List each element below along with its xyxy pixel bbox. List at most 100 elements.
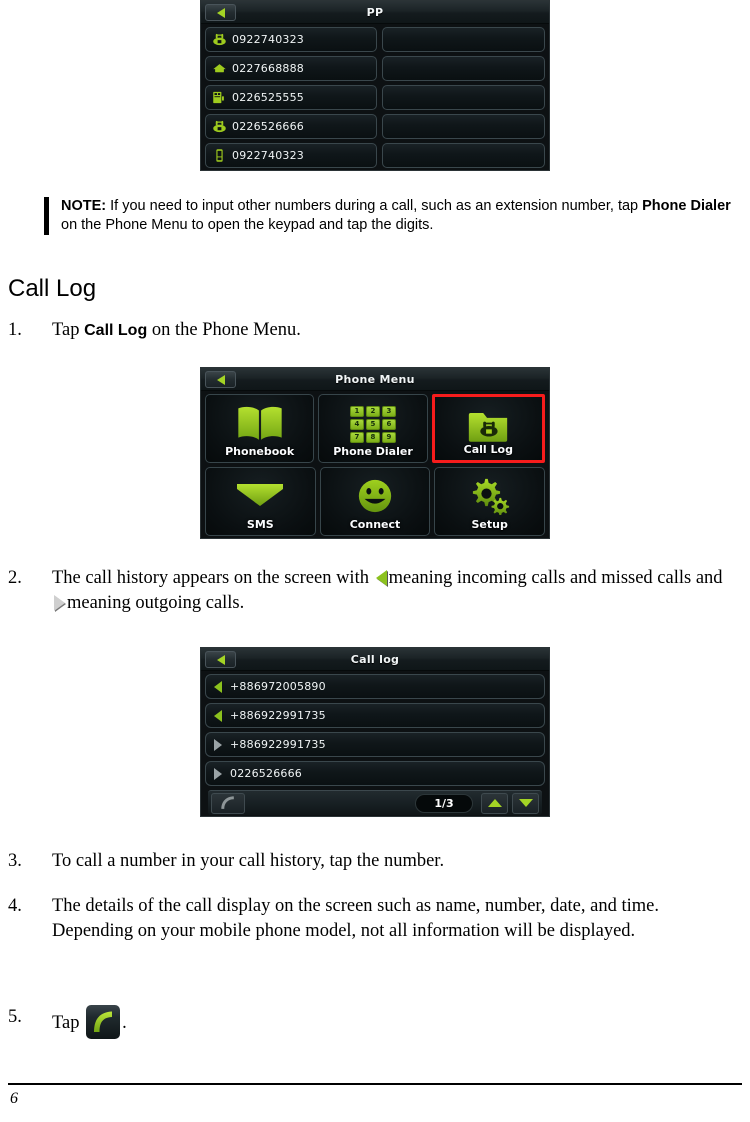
call-log-number: +886972005890 [230, 680, 326, 693]
page-indicator: 1/3 [415, 793, 473, 813]
step-5-text-a: Tap [52, 1013, 85, 1033]
phonebook-name-cell[interactable] [382, 114, 545, 139]
keypad-key: 4 [349, 419, 364, 430]
smiley-face-icon [356, 475, 394, 517]
phone-menu-grid: Phonebook 1 2 3 4 5 6 7 8 9 Phone Dialer… [201, 391, 549, 538]
step-1: 1. Tap Call Log on the Phone Menu. [8, 318, 708, 344]
call-log-number: 0226526666 [230, 767, 302, 780]
phonebook-name-cell[interactable] [382, 85, 545, 110]
step-4-text: The details of the call display on the s… [52, 896, 659, 941]
list-item[interactable]: 0226526666 [205, 761, 545, 786]
tile-setup[interactable]: Setup [434, 467, 546, 536]
phonebook-number-cell[interactable]: 0922740323 [205, 143, 377, 168]
tile-phone-dialer-label: Phone Dialer [333, 445, 413, 458]
back-arrow-icon [216, 654, 225, 665]
table-row: 0226526666 [205, 114, 545, 139]
list-item[interactable]: +886922991735 [205, 703, 545, 728]
phone-menu-titlebar: Phone Menu [201, 368, 549, 391]
keypad-key: 2 [365, 406, 380, 417]
call-log-screenshot: Call log +886972005890 +886922991735 +88… [200, 647, 550, 817]
step-3-text: To call a number in your call history, t… [52, 851, 445, 871]
office-phone-icon [212, 119, 227, 134]
tile-phonebook[interactable]: Phonebook [205, 394, 315, 463]
phonebook-number-cell[interactable]: 0226525555 [205, 85, 377, 110]
back-button[interactable] [205, 4, 236, 21]
open-book-icon [234, 402, 286, 444]
step-4-number: 4. [8, 896, 22, 916]
call-log-number: +886922991735 [230, 738, 326, 751]
phonebook-title: PP [366, 5, 384, 19]
incoming-call-arrow-icon [375, 570, 387, 586]
keypad-key: 9 [381, 432, 396, 443]
gears-icon [469, 475, 511, 517]
keypad-icon: 1 2 3 4 5 6 7 8 9 [349, 402, 396, 444]
step-1-text-b: on the Phone Menu. [147, 320, 301, 340]
outgoing-call-arrow-icon [214, 738, 222, 751]
phonebook-titlebar: PP [201, 1, 549, 24]
tile-phonebook-label: Phonebook [225, 445, 295, 458]
note-bold-phone-dialer: Phone Dialer [642, 198, 731, 214]
mobile-phone-icon [212, 148, 227, 163]
step-2: 2. The call history appears on the scree… [8, 566, 723, 615]
phonebook-number-cell[interactable]: 0227668888 [205, 56, 377, 81]
phonebook-screenshot: PP 0922740323 0227668888 0226525555 0226… [200, 0, 550, 171]
phone-menu-title: Phone Menu [335, 372, 415, 386]
note-text-2: on the Phone Menu to open the keypad and… [61, 217, 434, 233]
keypad-key: 6 [381, 419, 396, 430]
phonebook-number-cell[interactable]: 0226526666 [205, 114, 377, 139]
note-label: NOTE: [61, 198, 107, 214]
incoming-call-arrow-icon [214, 680, 222, 693]
call-log-title: Call log [350, 652, 400, 666]
step-4: 4. The details of the call display on th… [8, 894, 726, 943]
tile-connect[interactable]: Connect [319, 467, 431, 536]
phonebook-number-cell[interactable]: 0922740323 [205, 27, 377, 52]
office-phone-icon [212, 32, 227, 47]
phonebook-number: 0922740323 [232, 33, 304, 46]
keypad-key: 8 [365, 432, 380, 443]
outgoing-call-arrow-icon [214, 767, 222, 780]
tile-sms[interactable]: SMS [205, 467, 316, 536]
phonebook-number: 0226526666 [232, 120, 304, 133]
scroll-up-icon [487, 799, 502, 807]
call-log-list: +886972005890 +886922991735 +88692299173… [201, 671, 549, 815]
call-log-number: +886922991735 [230, 709, 326, 722]
step-1-number: 1. [8, 320, 22, 340]
tile-setup-label: Setup [471, 518, 508, 531]
back-arrow-icon [216, 374, 225, 385]
page-title: Call Log [8, 275, 97, 302]
step-2-text-a: The call history appears on the screen w… [52, 568, 374, 588]
step-1-text-a: Tap [52, 320, 85, 340]
step-2-number: 2. [8, 568, 22, 588]
envelope-icon [234, 475, 286, 517]
back-button[interactable] [205, 651, 236, 668]
list-item[interactable]: +886922991735 [205, 732, 545, 757]
tile-call-log[interactable]: Call Log [431, 394, 545, 463]
call-button[interactable] [211, 792, 245, 814]
scroll-down-icon [518, 799, 533, 807]
note-callout: NOTE: If you need to input other numbers… [44, 197, 744, 235]
keypad-key: 3 [381, 406, 396, 417]
call-handset-icon [221, 796, 234, 809]
tile-call-log-label: Call Log [463, 443, 513, 456]
phonebook-name-cell[interactable] [382, 27, 545, 52]
step-5: 5. Tap . [8, 1005, 408, 1039]
back-button[interactable] [205, 371, 236, 388]
step-3: 3. To call a number in your call history… [8, 849, 723, 874]
call-log-footer: 1/3 [208, 790, 542, 815]
scroll-down-button[interactable] [512, 792, 539, 814]
scroll-up-button[interactable] [481, 792, 508, 814]
phonebook-name-cell[interactable] [382, 56, 545, 81]
list-item[interactable]: +886972005890 [205, 674, 545, 699]
phone-menu-screenshot: Phone Menu Phonebook 1 2 3 4 5 6 7 8 9 P… [200, 367, 550, 539]
phonebook-number: 0922740323 [232, 149, 304, 162]
tile-connect-label: Connect [349, 518, 401, 531]
keypad-key: 5 [365, 419, 380, 430]
step-5-number: 5. [8, 1007, 22, 1027]
phonebook-name-cell[interactable] [382, 143, 545, 168]
home-icon [212, 61, 227, 76]
folder-phone-icon [465, 404, 511, 446]
step-5-text-b: . [122, 1013, 127, 1033]
phone-menu-row-2: SMS Connect Setup [205, 467, 546, 536]
tile-phone-dialer[interactable]: 1 2 3 4 5 6 7 8 9 Phone Dialer [318, 394, 428, 463]
step-1-bold-call-log: Call Log [84, 322, 148, 339]
